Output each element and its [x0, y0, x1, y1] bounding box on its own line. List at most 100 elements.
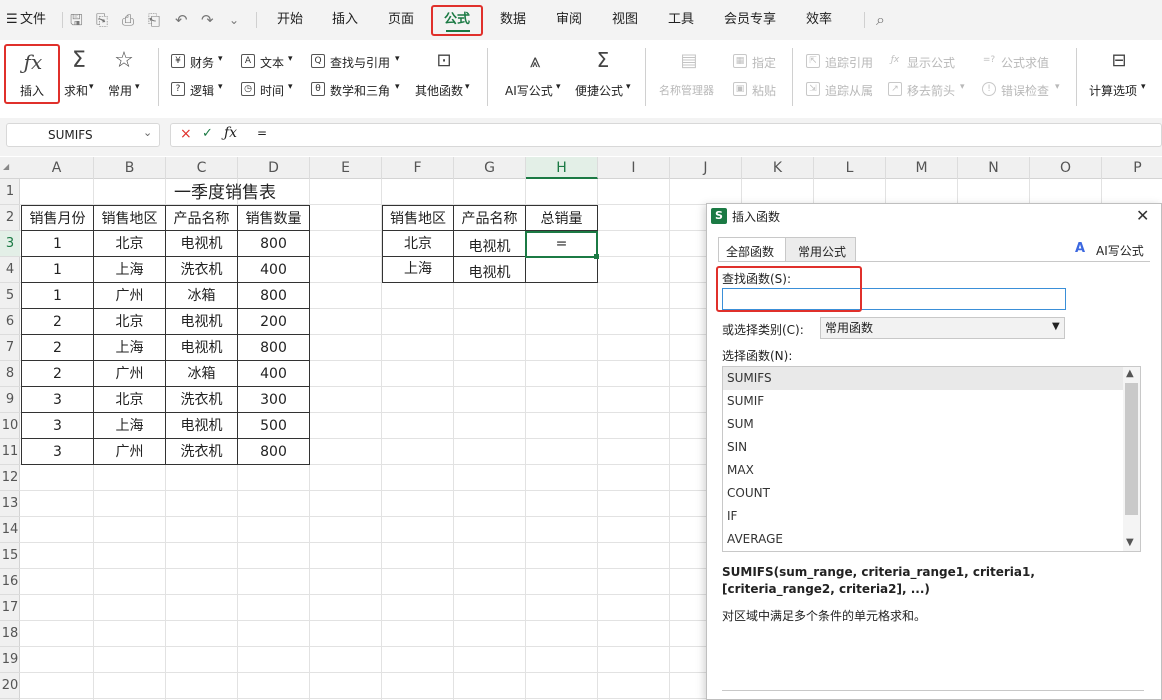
more-functions-icon[interactable]: ⊡: [432, 50, 456, 71]
ai-formula-button[interactable]: AI写公式: [505, 82, 553, 99]
data-cell[interactable]: 800: [238, 439, 310, 465]
tab-insert[interactable]: 插入: [332, 0, 358, 40]
ai-write-formula-link[interactable]: AI写公式: [1096, 242, 1144, 259]
fx-icon[interactable]: ƒx: [20, 50, 46, 74]
trace-dependents-button[interactable]: 追踪从属: [825, 82, 873, 99]
column-header-e[interactable]: E: [310, 157, 382, 179]
row-header-8[interactable]: 8: [0, 361, 20, 387]
data-cell[interactable]: 电视机: [166, 309, 238, 335]
lookup-reference-button[interactable]: 查找与引用: [330, 54, 390, 71]
data-cell[interactable]: 上海: [94, 257, 166, 283]
file-menu[interactable]: 文件: [20, 0, 46, 40]
summary-cell[interactable]: 电视机: [454, 257, 526, 283]
calc-options-icon[interactable]: ⊟: [1106, 50, 1132, 71]
print-icon[interactable]: ⎙: [122, 0, 134, 40]
dropdown-arrow-icon[interactable]: ▼: [1052, 321, 1060, 332]
summary-cell[interactable]: 电视机: [454, 231, 526, 257]
column-header-k[interactable]: K: [742, 157, 814, 179]
scroll-up-icon[interactable]: ▲: [1126, 368, 1134, 379]
tab-data[interactable]: 数据: [500, 0, 526, 40]
name-manager-button[interactable]: 名称管理器: [659, 82, 714, 98]
row-header-10[interactable]: 10: [0, 413, 20, 439]
error-check-button[interactable]: 错误检查: [1001, 82, 1049, 99]
header-cell-quantity[interactable]: 销售数量: [238, 205, 310, 231]
data-cell[interactable]: 2: [21, 309, 94, 335]
remove-arrows-button[interactable]: 移去箭头: [907, 82, 955, 99]
data-cell[interactable]: 800: [238, 283, 310, 309]
evaluate-formula-button[interactable]: 公式求值: [1001, 54, 1049, 71]
row-header-17[interactable]: 17: [0, 595, 20, 621]
quick-formula-icon[interactable]: Σ: [590, 48, 616, 72]
export-icon[interactable]: ⎘: [96, 0, 108, 40]
data-cell[interactable]: 广州: [94, 439, 166, 465]
category-select[interactable]: 常用函数: [820, 317, 1065, 339]
column-header-i[interactable]: I: [598, 157, 670, 179]
data-cell[interactable]: 洗衣机: [166, 387, 238, 413]
data-cell[interactable]: 200: [238, 309, 310, 335]
summary-cell[interactable]: 上海: [382, 257, 454, 283]
column-header-c[interactable]: C: [166, 157, 238, 179]
redo-icon[interactable]: ↷: [201, 0, 214, 40]
column-header-d[interactable]: D: [238, 157, 310, 179]
save-icon[interactable]: 🖫: [70, 0, 83, 40]
data-cell[interactable]: 北京: [94, 387, 166, 413]
row-header-18[interactable]: 18: [0, 621, 20, 647]
function-list-item[interactable]: SIN: [723, 436, 1123, 459]
row-header-15[interactable]: 15: [0, 543, 20, 569]
define-name-button[interactable]: 指定: [752, 54, 776, 71]
column-header-b[interactable]: B: [94, 157, 166, 179]
data-cell[interactable]: 冰箱: [166, 283, 238, 309]
function-list-item[interactable]: MAX: [723, 459, 1123, 482]
text-functions-button[interactable]: 文本: [260, 54, 284, 71]
data-cell[interactable]: 800: [238, 335, 310, 361]
function-list-item[interactable]: AVERAGE: [723, 528, 1123, 551]
row-header-16[interactable]: 16: [0, 569, 20, 595]
function-list-item[interactable]: IF: [723, 505, 1123, 528]
row-header-19[interactable]: 19: [0, 647, 20, 673]
data-cell[interactable]: 北京: [94, 231, 166, 257]
row-header-4[interactable]: 4: [0, 257, 20, 283]
summary-header-region[interactable]: 销售地区: [382, 205, 454, 231]
search-icon[interactable]: ⌕: [876, 0, 885, 40]
autosum-button[interactable]: 求和: [64, 82, 88, 99]
data-cell[interactable]: 冰箱: [166, 361, 238, 387]
hamburger-menu-icon[interactable]: ☰: [6, 0, 18, 40]
row-header-12[interactable]: 12: [0, 465, 20, 491]
tab-efficiency[interactable]: 效率: [806, 0, 832, 40]
ai-logo-icon[interactable]: A: [1075, 241, 1085, 256]
data-cell[interactable]: 3: [21, 439, 94, 465]
row-header-1[interactable]: 1: [0, 179, 20, 205]
star-icon[interactable]: ☆: [111, 48, 137, 73]
tab-home[interactable]: 开始: [277, 0, 303, 40]
data-cell[interactable]: 电视机: [166, 413, 238, 439]
ai-formula-icon[interactable]: ⩓: [522, 50, 548, 72]
data-cell[interactable]: 2: [21, 335, 94, 361]
select-all-corner[interactable]: ◢: [3, 162, 9, 171]
data-cell[interactable]: 广州: [94, 361, 166, 387]
tab-tools[interactable]: 工具: [668, 0, 694, 40]
math-trig-button[interactable]: 数学和三角: [330, 82, 390, 99]
data-cell[interactable]: 洗衣机: [166, 257, 238, 283]
data-cell[interactable]: 3: [21, 387, 94, 413]
data-cell[interactable]: 上海: [94, 335, 166, 361]
column-header-p[interactable]: P: [1102, 157, 1162, 179]
row-header-14[interactable]: 14: [0, 517, 20, 543]
function-list-item[interactable]: COUNT: [723, 482, 1123, 505]
data-cell[interactable]: 电视机: [166, 335, 238, 361]
data-cell[interactable]: 广州: [94, 283, 166, 309]
function-list-item[interactable]: SUMIFS: [723, 367, 1123, 390]
formula-input[interactable]: [170, 123, 1162, 147]
function-list-item[interactable]: SUMIF: [723, 390, 1123, 413]
header-cell-product[interactable]: 产品名称: [166, 205, 238, 231]
tab-page[interactable]: 页面: [388, 0, 414, 40]
calc-options-button[interactable]: 计算选项: [1089, 82, 1137, 99]
tab-review[interactable]: 审阅: [556, 0, 582, 40]
insert-function-button[interactable]: 插入: [20, 82, 44, 99]
column-header-a[interactable]: A: [20, 157, 94, 179]
row-header-7[interactable]: 7: [0, 335, 20, 361]
row-header-9[interactable]: 9: [0, 387, 20, 413]
data-cell[interactable]: 500: [238, 413, 310, 439]
confirm-icon[interactable]: ✓: [202, 126, 213, 141]
close-icon[interactable]: ✕: [1136, 206, 1149, 225]
row-header-2[interactable]: 2: [0, 205, 20, 231]
